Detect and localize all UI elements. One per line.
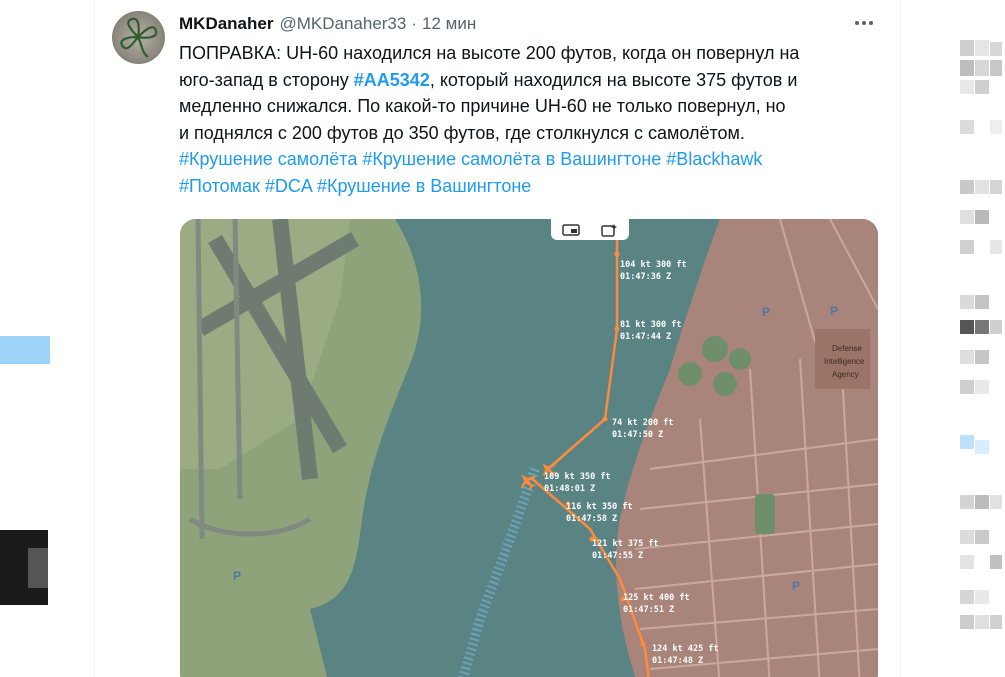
label-speed-alt: 109 kt 350 ft xyxy=(544,472,611,482)
picture-in-picture-icon[interactable] xyxy=(561,223,581,237)
label-speed-alt: 116 kt 350 ft xyxy=(566,502,633,512)
text-line-2-pre: юго-запад в сторону xyxy=(179,69,354,90)
hashtag-link[interactable]: #Потомак xyxy=(179,176,260,196)
map-label-agency: Agency xyxy=(832,370,859,379)
hashtag-line-1: #Крушение самолёта #Крушение самолёта в … xyxy=(179,149,762,169)
blurred-left-badge xyxy=(0,336,50,364)
label-time: 01:47:50 Z xyxy=(612,430,663,440)
column-divider-right xyxy=(900,0,901,677)
svg-text:P: P xyxy=(830,304,838,318)
label-time: 01:47:55 Z xyxy=(592,551,643,561)
hashtag-link[interactable]: #Крушение самолёта xyxy=(179,149,357,169)
tweet[interactable]: MKDanaher @MKDanaher33 · 12 мин ПОПРАВКА… xyxy=(95,0,900,677)
tweet-text: ПОПРАВКА: UH-60 находился на высоте 200 … xyxy=(179,40,879,199)
text-line-4: и поднялся с 200 футов до 350 футов, где… xyxy=(179,122,745,143)
flight-track-map: Defense Intelligence Agency P P P P 104 … xyxy=(180,219,878,677)
blurred-left-avatar-shade xyxy=(28,548,48,588)
svg-text:P: P xyxy=(233,569,241,583)
text-line-3: медленно снижался. По какой-то причине U… xyxy=(179,96,786,116)
label-time: 01:47:51 Z xyxy=(623,605,674,615)
twitter-page: MKDanaher @MKDanaher33 · 12 мин ПОПРАВКА… xyxy=(0,0,1005,677)
south-shore xyxy=(180,609,327,677)
label-speed-alt: 124 kt 425 ft xyxy=(652,644,719,654)
label-time: 01:47:48 Z xyxy=(652,656,703,666)
text-line-1: ПОПРАВКА: UH-60 находился на высоте 200 … xyxy=(179,43,800,63)
hashtag-link[interactable]: #DCA xyxy=(265,176,312,196)
media-controls xyxy=(551,219,629,240)
tweet-time[interactable]: 12 мин xyxy=(422,14,476,34)
blurred-right-sidebar xyxy=(955,0,1005,677)
more-options-icon[interactable] xyxy=(852,12,876,34)
tweet-media-map[interactable]: Defense Intelligence Agency P P P P 104 … xyxy=(180,219,878,677)
avatar[interactable] xyxy=(112,11,165,64)
hashtag-aa5342[interactable]: #AA5342 xyxy=(354,70,430,90)
label-time: 01:47:58 Z xyxy=(566,514,617,524)
label-speed-alt: 74 kt 200 ft xyxy=(612,418,673,428)
author-name[interactable]: MKDanaher xyxy=(179,14,273,34)
label-speed-alt: 121 kt 375 ft xyxy=(592,539,659,549)
label-time: 01:48:01 Z xyxy=(544,484,595,494)
svg-text:P: P xyxy=(762,305,770,319)
hashtag-link[interactable]: #Крушение самолёта в Вашингтоне xyxy=(362,149,661,169)
text-line-2-post: , который находился на высоте 375 футов … xyxy=(429,69,798,90)
blurred-sidebar-pixels xyxy=(960,40,1002,629)
tweet-header: MKDanaher @MKDanaher33 · 12 мин xyxy=(179,13,476,35)
label-time: 01:47:44 Z xyxy=(620,332,671,342)
map-label-intelligence: Intelligence xyxy=(824,357,865,366)
label-speed-alt: 125 kt 400 ft xyxy=(623,593,690,603)
svg-text:P: P xyxy=(792,579,800,593)
hashtag-link[interactable]: #Крушение в Вашингтоне xyxy=(317,176,531,196)
separator-dot: · xyxy=(411,14,418,33)
edit-sparkle-icon[interactable] xyxy=(600,223,620,237)
shamrock-avatar-icon xyxy=(120,17,158,58)
label-time: 01:47:36 Z xyxy=(620,272,671,282)
label-speed-alt: 104 kt 300 ft xyxy=(620,260,687,270)
hashtag-line-2: #Потомак #DCA #Крушение в Вашингтоне xyxy=(179,176,531,196)
author-handle[interactable]: @MKDanaher33 xyxy=(279,14,406,34)
hashtag-link[interactable]: #Blackhawk xyxy=(666,149,762,169)
map-label-defense: Defense xyxy=(832,344,862,353)
label-speed-alt: 81 kt 300 ft xyxy=(620,320,681,330)
